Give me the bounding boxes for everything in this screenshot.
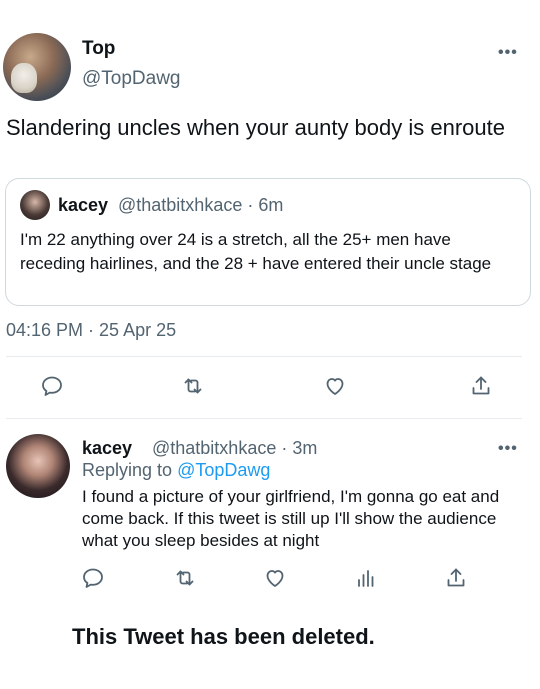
more-options-icon[interactable]: ••• — [498, 440, 518, 458]
like-icon[interactable] — [320, 371, 350, 401]
more-options-icon[interactable]: ••• — [498, 44, 518, 62]
avatar-kacey[interactable] — [6, 434, 70, 498]
quoted-tweet-text: I'm 22 anything over 24 is a stretch, al… — [20, 230, 492, 273]
user-handle[interactable]: @TopDawg — [82, 68, 181, 90]
display-name[interactable]: Top — [82, 38, 115, 60]
retweet-icon[interactable] — [170, 563, 200, 593]
like-icon[interactable] — [260, 563, 290, 593]
reply-display-name[interactable]: kacey — [82, 438, 132, 459]
replying-to-handle[interactable]: @TopDawg — [177, 460, 270, 480]
deleted-tweet-notice: This Tweet has been deleted. — [72, 624, 375, 649]
share-icon[interactable] — [466, 371, 496, 401]
tweet-text: Slandering uncles when your aunty body i… — [6, 115, 505, 140]
reply-meta[interactable]: @thatbitxhkace · 3m — [152, 438, 317, 459]
quoted-meta: @thatbitxhkace · 6m — [118, 195, 284, 215]
share-icon[interactable] — [441, 563, 471, 593]
divider — [6, 418, 522, 419]
quoted-display-name: kacey — [58, 195, 109, 215]
tweet-timestamp[interactable]: 04:16 PM · 25 Apr 25 — [6, 320, 176, 341]
reply-tweet-text: I found a picture of your girlfriend, I'… — [82, 487, 500, 550]
retweet-icon[interactable] — [178, 371, 208, 401]
avatar-top[interactable] — [3, 33, 71, 101]
replying-to-prefix: Replying to — [82, 460, 178, 480]
analytics-icon[interactable] — [351, 563, 381, 593]
divider — [6, 356, 522, 357]
reply-icon[interactable] — [37, 371, 67, 401]
reply-icon[interactable] — [78, 563, 108, 593]
replying-to: Replying to @TopDawg — [82, 460, 270, 481]
avatar-kacey-quote — [20, 190, 50, 220]
